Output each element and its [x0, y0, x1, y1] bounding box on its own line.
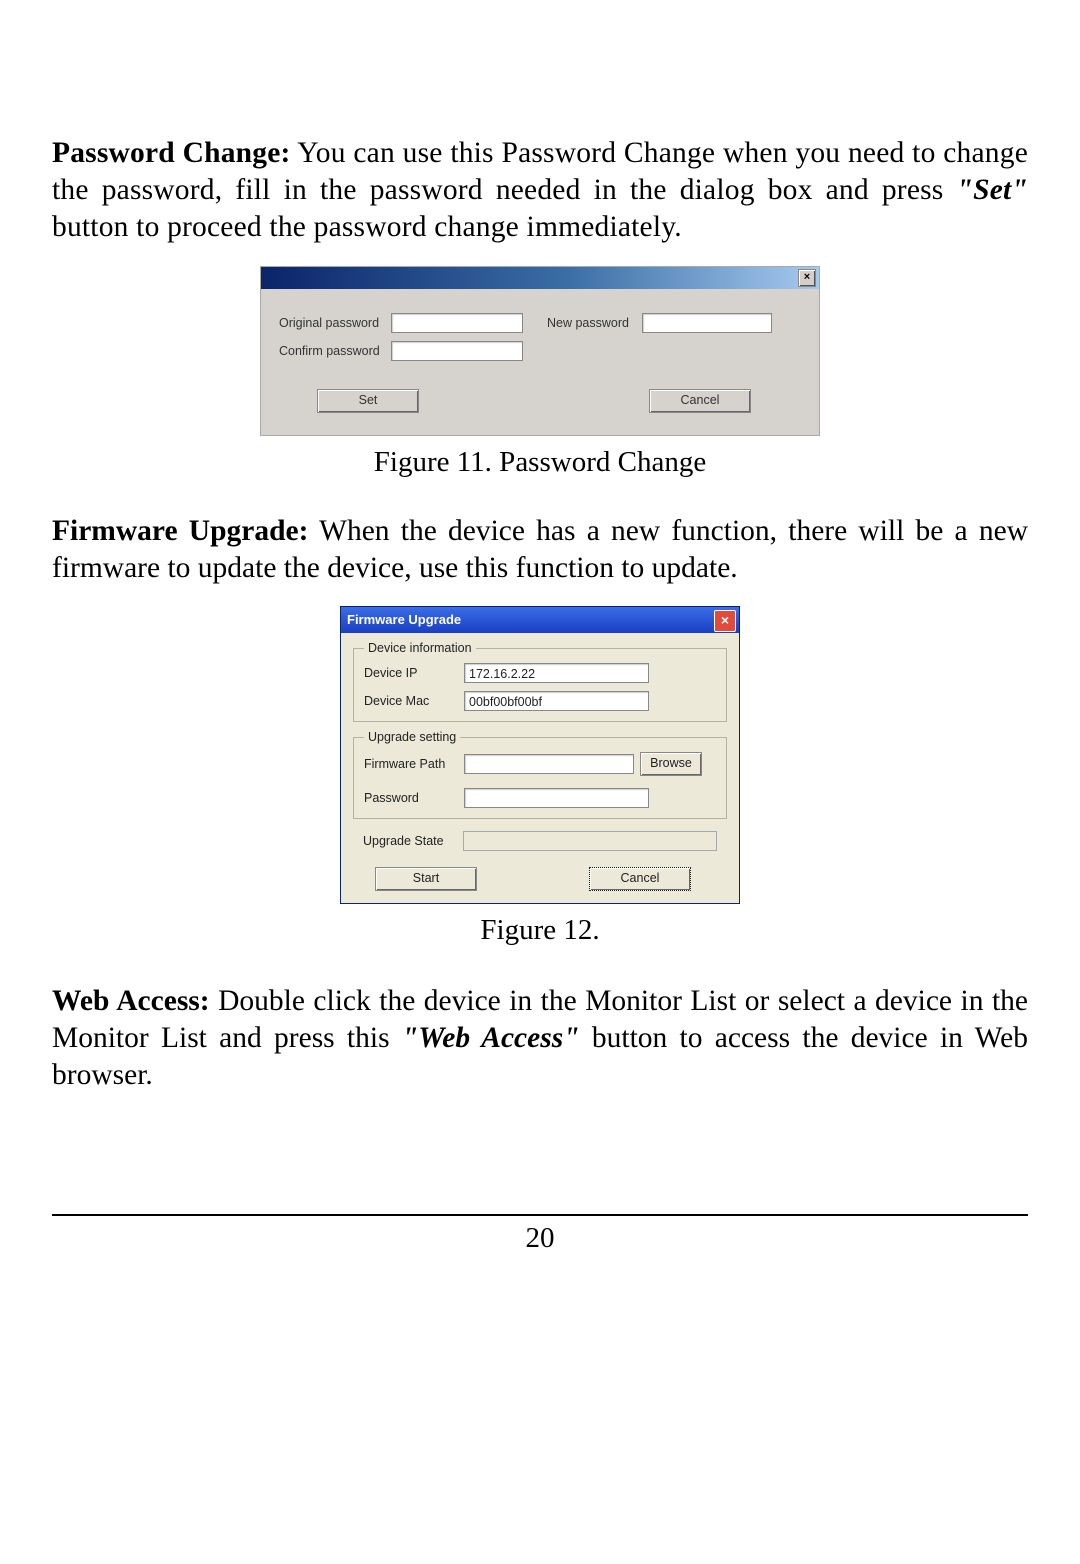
label-upgrade-state: Upgrade State: [363, 834, 463, 848]
upgrade-setting-group: Upgrade setting Firmware Path Browse Pas…: [353, 730, 727, 819]
heading-web-access: Web Access:: [52, 985, 210, 1017]
upgrade-state-bar: [463, 831, 717, 851]
label-device-ip: Device IP: [364, 666, 464, 680]
cancel-button[interactable]: Cancel: [649, 389, 751, 413]
label-device-mac: Device Mac: [364, 694, 464, 708]
caption-figure-11: Figure 11. Password Change: [52, 446, 1028, 479]
caption-figure-12: Figure 12.: [52, 914, 1028, 947]
device-information-group: Device information Device IP 172.16.2.22…: [353, 641, 727, 722]
set-button[interactable]: Set: [317, 389, 419, 413]
new-password-input[interactable]: [642, 313, 772, 333]
label-password: Password: [364, 791, 464, 805]
quoted-set: "Set": [957, 174, 1028, 206]
confirm-password-input[interactable]: [391, 341, 523, 361]
original-password-input[interactable]: [391, 313, 523, 333]
firmware-upgrade-dialog: Firmware Upgrade × Device information De…: [340, 606, 740, 904]
password-field[interactable]: [464, 788, 649, 808]
cancel-button[interactable]: Cancel: [589, 867, 691, 891]
label-original-password: Original password: [279, 316, 391, 330]
device-ip-field[interactable]: 172.16.2.22: [464, 663, 649, 683]
password-change-dialog: × Original password New password Confirm…: [260, 266, 820, 436]
label-confirm-password: Confirm password: [279, 344, 391, 358]
start-button[interactable]: Start: [375, 867, 477, 891]
close-icon[interactable]: ×: [714, 610, 736, 632]
title-text: Firmware Upgrade: [347, 612, 461, 627]
dialog-body: Device information Device IP 172.16.2.22…: [341, 633, 739, 903]
dialog-body: Original password New password Confirm p…: [261, 289, 819, 435]
paragraph-password-change: Password Change: You can use this Passwo…: [52, 135, 1028, 246]
footer-divider: [52, 1214, 1028, 1216]
browse-button[interactable]: Browse: [640, 752, 702, 776]
quoted-web-access: "Web Access": [402, 1022, 580, 1054]
label-firmware-path: Firmware Path: [364, 757, 464, 771]
paragraph-web-access: Web Access: Double click the device in t…: [52, 983, 1028, 1094]
close-icon[interactable]: ×: [798, 269, 816, 287]
paragraph-firmware-upgrade: Firmware Upgrade: When the device has a …: [52, 513, 1028, 587]
page-number: 20: [52, 1222, 1028, 1255]
titlebar: Firmware Upgrade ×: [341, 607, 739, 633]
label-new-password: New password: [547, 316, 642, 330]
heading-firmware-upgrade: Firmware Upgrade:: [52, 515, 308, 547]
heading-password-change: Password Change:: [52, 137, 291, 169]
legend-upgrade-setting: Upgrade setting: [364, 730, 460, 744]
legend-device-info: Device information: [364, 641, 476, 655]
titlebar: ×: [261, 267, 819, 289]
text: button to proceed the password change im…: [52, 211, 682, 243]
firmware-path-field[interactable]: [464, 754, 634, 774]
device-mac-field[interactable]: 00bf00bf00bf: [464, 691, 649, 711]
